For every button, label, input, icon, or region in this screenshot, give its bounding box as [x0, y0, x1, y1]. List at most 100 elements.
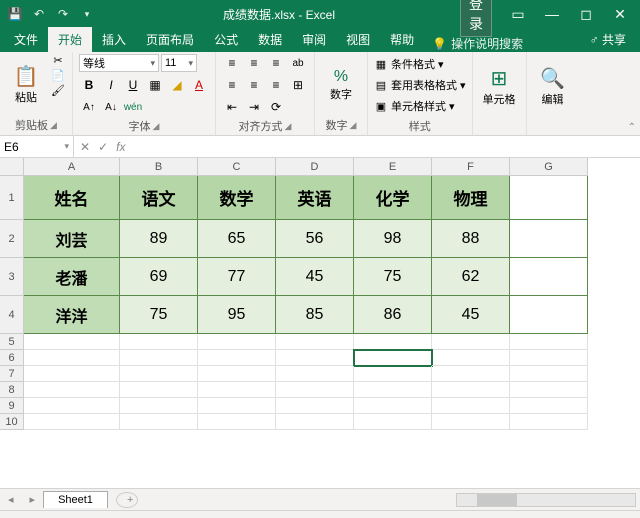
col-header[interactable]: F — [432, 158, 510, 176]
sheet-nav-next[interactable]: ▸ — [22, 493, 44, 506]
row-headers[interactable]: 12345678910 — [0, 176, 24, 430]
cell[interactable] — [24, 414, 120, 430]
col-header[interactable]: E — [354, 158, 432, 176]
cell[interactable]: 语文 — [120, 176, 198, 220]
phonetic-button[interactable]: wén — [123, 98, 143, 116]
border-button[interactable]: ▦ — [145, 76, 165, 94]
cell[interactable] — [198, 350, 276, 366]
name-box[interactable]: E6▾ — [0, 136, 74, 157]
tab-formulas[interactable]: 公式 — [204, 27, 248, 52]
cell[interactable] — [354, 398, 432, 414]
cut-icon[interactable]: ✂ — [50, 54, 66, 67]
cell[interactable] — [510, 398, 588, 414]
enter-fx-icon[interactable]: ✓ — [98, 140, 108, 154]
sheet-tab[interactable]: Sheet1 — [43, 491, 108, 508]
cell[interactable]: 洋洋 — [24, 296, 120, 334]
cell[interactable] — [510, 414, 588, 430]
cell[interactable] — [510, 296, 588, 334]
cell[interactable]: 老潘 — [24, 258, 120, 296]
row-header[interactable]: 1 — [0, 176, 24, 220]
align-bottom-button[interactable]: ≡ — [266, 54, 286, 72]
align-left-button[interactable]: ≡ — [222, 76, 242, 94]
close-icon[interactable]: ✕ — [604, 6, 636, 23]
cell[interactable]: 89 — [120, 220, 198, 258]
cell[interactable] — [510, 258, 588, 296]
col-header[interactable]: B — [120, 158, 198, 176]
cells-button[interactable]: ⊞单元格 — [479, 54, 520, 119]
cell[interactable] — [432, 334, 510, 350]
font-color-button[interactable]: A — [189, 76, 209, 94]
cell[interactable] — [198, 382, 276, 398]
tab-insert[interactable]: 插入 — [92, 27, 136, 52]
cell[interactable]: 姓名 — [24, 176, 120, 220]
number-launcher-icon[interactable]: ◢ — [350, 120, 357, 131]
horizontal-scrollbar[interactable] — [456, 493, 636, 507]
ribbon-options-icon[interactable]: ▭ — [502, 6, 534, 23]
cell[interactable] — [276, 414, 354, 430]
cell[interactable]: 85 — [276, 296, 354, 334]
maximize-icon[interactable]: ◻ — [570, 6, 602, 23]
align-right-button[interactable]: ≡ — [266, 76, 286, 94]
cancel-fx-icon[interactable]: ✕ — [80, 140, 90, 154]
clipboard-launcher-icon[interactable]: ◢ — [50, 120, 57, 131]
row-header[interactable]: 4 — [0, 296, 24, 334]
cell[interactable]: 45 — [432, 296, 510, 334]
save-icon[interactable]: 💾 — [4, 7, 26, 21]
cell[interactable]: 65 — [198, 220, 276, 258]
tab-help[interactable]: 帮助 — [380, 27, 424, 52]
select-all-corner[interactable] — [0, 158, 24, 176]
row-header[interactable]: 6 — [0, 350, 24, 366]
cell[interactable] — [432, 350, 510, 366]
align-launcher-icon[interactable]: ◢ — [285, 121, 292, 132]
login-button[interactable]: 登录 — [460, 0, 492, 37]
shrink-font-button[interactable]: A↓ — [101, 98, 121, 116]
paste-button[interactable]: 📋粘贴 — [6, 54, 46, 115]
cell[interactable] — [120, 382, 198, 398]
font-launcher-icon[interactable]: ◢ — [153, 121, 160, 132]
col-header[interactable]: D — [276, 158, 354, 176]
share-button[interactable]: ♂ 共享 — [580, 27, 636, 52]
cell[interactable]: 88 — [432, 220, 510, 258]
conditional-format-button[interactable]: ▦条件格式 ▾ — [374, 54, 466, 74]
cell[interactable] — [120, 334, 198, 350]
tab-layout[interactable]: 页面布局 — [136, 27, 204, 52]
column-headers[interactable]: ABCDEFG — [24, 158, 588, 176]
cell[interactable]: 56 — [276, 220, 354, 258]
cell[interactable] — [510, 366, 588, 382]
font-name-combo[interactable]: 等线▾ — [79, 54, 159, 72]
cell[interactable] — [24, 334, 120, 350]
align-middle-button[interactable]: ≡ — [244, 54, 264, 72]
cell[interactable] — [198, 398, 276, 414]
indent-increase-button[interactable]: ⇥ — [244, 98, 264, 116]
cell[interactable]: 69 — [120, 258, 198, 296]
cell[interactable] — [24, 398, 120, 414]
col-header[interactable]: C — [198, 158, 276, 176]
cell[interactable] — [120, 366, 198, 382]
row-header[interactable]: 2 — [0, 220, 24, 258]
cell[interactable] — [24, 382, 120, 398]
cell[interactable]: 化学 — [354, 176, 432, 220]
wrap-text-button[interactable]: ab — [288, 54, 308, 72]
italic-button[interactable]: I — [101, 76, 121, 94]
grow-font-button[interactable]: A↑ — [79, 98, 99, 116]
cell[interactable] — [432, 366, 510, 382]
orientation-button[interactable]: ⟳ — [266, 98, 286, 116]
tell-me[interactable]: 💡操作说明搜索 — [432, 35, 523, 52]
cell[interactable]: 62 — [432, 258, 510, 296]
number-format-button[interactable]: %数字 — [321, 54, 361, 115]
indent-decrease-button[interactable]: ⇤ — [222, 98, 242, 116]
collapse-ribbon-icon[interactable]: ⌃ — [628, 122, 636, 133]
cell[interactable] — [354, 382, 432, 398]
font-size-combo[interactable]: 11▾ — [161, 54, 197, 72]
cell[interactable] — [198, 334, 276, 350]
cell[interactable] — [432, 382, 510, 398]
sheet-nav-prev[interactable]: ◂ — [0, 493, 22, 506]
cell-styles-button[interactable]: ▣单元格样式 ▾ — [374, 96, 466, 116]
cell[interactable] — [276, 334, 354, 350]
cell[interactable] — [276, 398, 354, 414]
cell[interactable]: 95 — [198, 296, 276, 334]
tab-home[interactable]: 开始 — [48, 27, 92, 52]
minimize-icon[interactable]: — — [536, 6, 568, 22]
cell[interactable]: 75 — [354, 258, 432, 296]
cell[interactable] — [120, 414, 198, 430]
